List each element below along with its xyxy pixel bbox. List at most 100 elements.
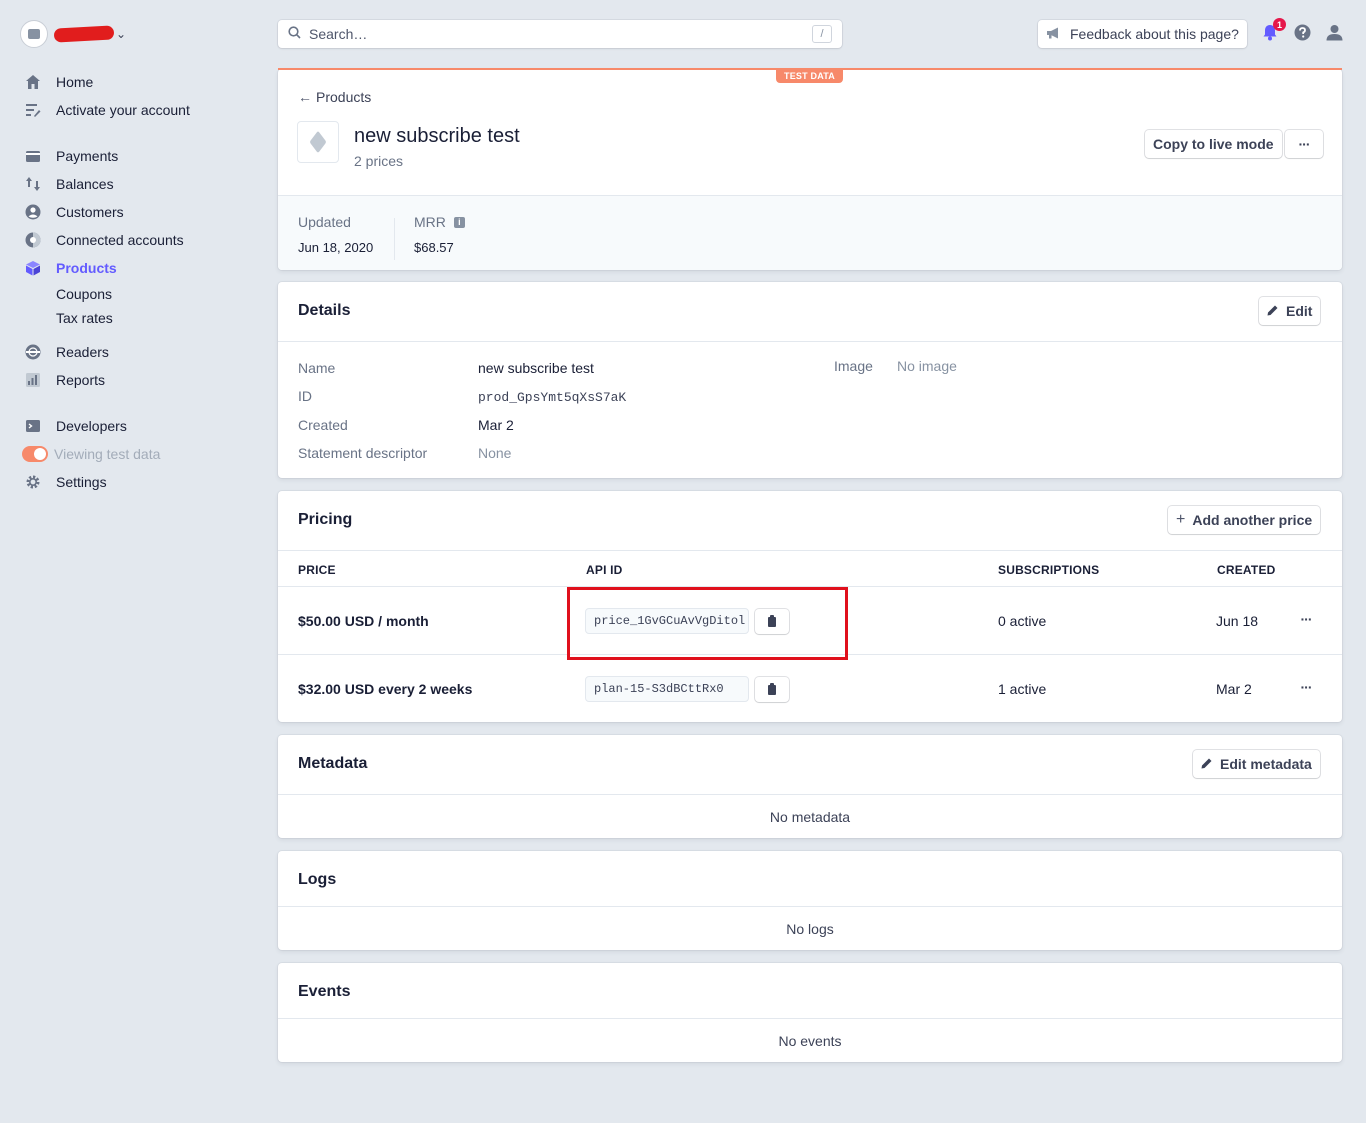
events-header: Events <box>278 963 1342 1019</box>
pricing-table-header: PRICE API ID SUBSCRIPTIONS CREATED <box>278 550 1342 587</box>
sidebar-item-developers[interactable]: Developers <box>24 415 127 437</box>
sidebar-item-label: Balances <box>56 176 114 192</box>
product-header-card: ← Products new subscribe test 2 prices C… <box>278 69 1342 270</box>
sidebar-item-home[interactable]: Home <box>24 71 93 93</box>
column-header-price: PRICE <box>298 563 336 577</box>
pencil-icon <box>1267 304 1279 319</box>
payments-icon <box>24 147 42 165</box>
search-input[interactable] <box>309 26 812 42</box>
price-created-date: Mar 2 <box>1216 681 1252 697</box>
help-button[interactable] <box>1292 24 1312 44</box>
id-value: prod_GpsYmt5qXsS7aK <box>478 390 627 405</box>
metadata-empty-state: No metadata <box>769 809 851 825</box>
updated-value: Jun 18, 2020 <box>298 240 374 255</box>
sidebar-item-coupons[interactable]: Coupons <box>56 283 112 305</box>
page-title: new subscribe test <box>354 125 520 147</box>
balances-icon <box>24 175 42 193</box>
events-card: Events No events <box>278 963 1342 1062</box>
notifications-button[interactable]: 1 <box>1260 18 1286 44</box>
details-header: Details Edit <box>278 282 1342 342</box>
arrow-left-icon: ← <box>298 89 312 105</box>
statement-descriptor-value: None <box>478 445 512 461</box>
sidebar-item-tax-rates[interactable]: Tax rates <box>56 307 113 329</box>
summary-divider <box>394 218 395 260</box>
table-row[interactable]: $50.00 USD / month price_1GvGCuAvVgDitol… <box>278 587 1342 655</box>
pricing-header: Pricing + Add another price <box>278 491 1342 551</box>
edit-details-button[interactable]: Edit <box>1259 297 1321 325</box>
logs-card: Logs No logs <box>278 851 1342 950</box>
megaphone-icon <box>1046 27 1062 42</box>
sidebar-item-label: Settings <box>56 474 107 490</box>
product-image-placeholder <box>297 121 339 163</box>
table-row[interactable]: $32.00 USD every 2 weeks plan-15-S3dBCtt… <box>278 655 1342 722</box>
logs-empty-state: No logs <box>786 921 834 937</box>
sidebar-item-test-data-toggle[interactable]: Viewing test data <box>22 443 161 465</box>
copy-api-id-button[interactable] <box>755 677 789 702</box>
price-amount: $32.00 USD every 2 weeks <box>298 681 473 697</box>
copy-to-live-mode-button[interactable]: Copy to live mode <box>1145 130 1282 158</box>
sidebar-item-settings[interactable]: Settings <box>24 471 107 493</box>
sidebar-item-label: Connected accounts <box>56 232 184 248</box>
feedback-button[interactable]: Feedback about this page? <box>1038 20 1247 48</box>
sidebar-item-activate[interactable]: Activate your account <box>24 99 190 121</box>
add-another-price-button[interactable]: + Add another price <box>1168 506 1321 534</box>
plus-icon: + <box>1176 511 1186 528</box>
mrr-label: MRR <box>414 214 446 230</box>
home-icon <box>24 73 42 91</box>
api-id-field[interactable]: plan-15-S3dBCttRx0 <box>585 676 749 702</box>
logs-header: Logs <box>278 851 1342 907</box>
search-bar[interactable]: / <box>278 20 842 48</box>
readers-icon <box>24 343 42 361</box>
edit-metadata-button[interactable]: Edit metadata <box>1193 750 1320 778</box>
back-to-products-link[interactable]: ← Products <box>298 89 371 105</box>
sidebar-item-customers[interactable]: Customers <box>24 201 124 223</box>
sidebar-item-readers[interactable]: Readers <box>24 341 109 363</box>
connected-accounts-icon <box>24 231 42 249</box>
image-value: No image <box>897 358 957 374</box>
logs-title: Logs <box>298 871 337 888</box>
metadata-card: Metadata Edit metadata No metadata <box>278 735 1342 838</box>
notification-count-badge: 1 <box>1273 18 1286 31</box>
info-icon[interactable]: i <box>453 216 465 228</box>
product-summary: Updated Jun 18, 2020 MRR i $68.57 <box>278 195 1342 270</box>
sidebar-item-reports[interactable]: Reports <box>24 369 105 391</box>
product-cube-icon <box>309 130 327 154</box>
back-link-label: Products <box>316 89 372 105</box>
price-created-date: Jun 18 <box>1216 613 1259 629</box>
row-more-actions-icon[interactable]: ··· <box>1296 611 1316 631</box>
sidebar-item-label: Viewing test data <box>54 446 161 462</box>
price-amount: $50.00 USD / month <box>298 613 429 629</box>
account-switcher[interactable]: ⌄ <box>20 20 126 48</box>
created-value: Mar 2 <box>478 417 514 433</box>
row-more-actions-icon[interactable]: ··· <box>1296 679 1316 699</box>
metadata-title: Metadata <box>298 755 368 772</box>
details-card: Details Edit Name new subscribe test ID … <box>278 282 1342 478</box>
products-icon <box>24 259 42 277</box>
sidebar-item-label: Activate your account <box>56 102 190 118</box>
sidebar-item-label: Payments <box>56 148 119 164</box>
events-empty-state: No events <box>778 1033 842 1049</box>
feedback-label: Feedback about this page? <box>1070 26 1239 42</box>
search-icon <box>288 26 301 42</box>
copy-api-id-button[interactable] <box>755 609 789 634</box>
pricing-title: Pricing <box>298 511 353 528</box>
add-price-label: Add another price <box>1192 512 1313 528</box>
id-label: ID <box>298 388 312 404</box>
sidebar-item-label: Tax rates <box>56 310 113 326</box>
api-id-field[interactable]: price_1GvGCuAvVgDitol <box>585 608 749 634</box>
sidebar-item-products[interactable]: Products <box>24 257 117 279</box>
sidebar-item-balances[interactable]: Balances <box>24 173 114 195</box>
test-data-toggle-icon[interactable] <box>22 446 48 462</box>
more-actions-button[interactable]: ··· <box>1285 130 1323 158</box>
sidebar-item-connected-accounts[interactable]: Connected accounts <box>24 229 184 251</box>
subscriptions-count: 1 active <box>998 681 1047 697</box>
sidebar-item-payments[interactable]: Payments <box>24 145 118 167</box>
created-label: Created <box>298 417 348 433</box>
profile-button[interactable] <box>1324 24 1344 44</box>
statement-descriptor-label: Statement descriptor <box>298 445 428 461</box>
updated-label: Updated <box>298 214 351 230</box>
account-logo-icon <box>20 20 48 48</box>
mrr-label-row: MRR i <box>414 214 465 230</box>
column-header-subscriptions: SUBSCRIPTIONS <box>998 563 1100 577</box>
name-value: new subscribe test <box>478 360 594 376</box>
